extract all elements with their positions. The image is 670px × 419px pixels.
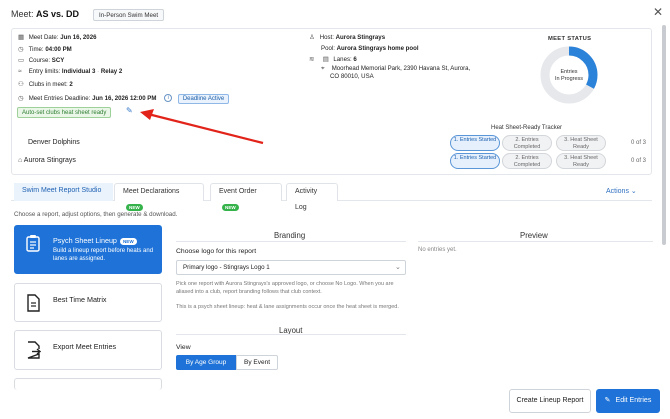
lanes-row: ≋ ▤ Lanes: 6	[309, 56, 357, 63]
home-icon: ⌂	[18, 157, 23, 164]
scrollbar[interactable]	[662, 25, 666, 245]
new-badge: NEW	[126, 203, 143, 211]
clock-icon: ◷	[18, 95, 24, 102]
actions-menu[interactable]: Actions ⌄	[606, 187, 637, 195]
meet-status-title: MEET STATUS	[548, 36, 592, 42]
tab-event-order[interactable]: Event OrderNEW	[210, 183, 282, 211]
person-icon: ♙	[309, 34, 315, 41]
preview-title: Preview	[520, 231, 548, 240]
card-title: Best Time Matrix	[53, 295, 107, 304]
card-title: Export Meet Entries	[53, 342, 117, 351]
meet-status-donut: Entries In Progress	[540, 46, 598, 104]
tracker-step: 1. Entries Started	[450, 135, 500, 151]
auto-set-badge: Auto-set clubs heat sheet ready	[17, 107, 112, 118]
pool-icon: ≋	[309, 56, 315, 63]
team-name: Denver Dolphins	[28, 139, 80, 146]
view-by-age-group[interactable]: By Age Group	[176, 355, 236, 370]
logo-label: Choose logo for this report	[176, 248, 257, 255]
clipboard-icon	[26, 235, 40, 252]
clubs-row: ⚇ Clubs in meet: 2	[18, 81, 73, 88]
lanes-icon: ▤	[322, 56, 329, 63]
meet-prefix: Meet:	[11, 9, 34, 19]
card-title: Psych Sheet Lineup NEW	[53, 236, 137, 245]
time-row: ◷ Time: 04:00 PM	[18, 46, 72, 53]
report-card-best-time[interactable]: Best Time Matrix	[14, 283, 162, 322]
team-name-row: ⌂ Aurora Stingrays	[18, 157, 76, 164]
tracker-title: Heat Sheet-Ready Tracker	[491, 125, 563, 131]
report-card-psych-sheet[interactable]: Psych Sheet Lineup NEW Build a lineup rep…	[14, 225, 162, 274]
clock-icon: ◷	[18, 46, 24, 53]
calendar-icon: ▦	[18, 34, 25, 41]
tab-meet-declarations[interactable]: Meet DeclarationsNEW	[114, 183, 204, 211]
course-row: ▭ Course: SCY	[18, 57, 65, 64]
meet-date-row: ▦ Meet Date: Jun 16, 2026	[18, 34, 97, 41]
close-icon[interactable]: ✕	[653, 5, 663, 19]
branding-title: Branding	[274, 231, 306, 240]
users-icon: ⚇	[18, 81, 24, 88]
pool-row: Pool: Aurora Stingrays home pool	[321, 45, 419, 52]
tab-report-studio[interactable]: Swim Meet Report Studio	[14, 183, 113, 201]
report-card-partial[interactable]	[14, 378, 162, 390]
address-row-2: CO 80010, USA	[330, 73, 374, 80]
entry-limits-row: ≈ Entry limits: Individual 3 · Relay 2	[18, 68, 123, 75]
divider	[418, 241, 653, 242]
ruler-icon: ▭	[18, 57, 25, 64]
edit-entries-button[interactable]: ✎ Edit Entries	[596, 389, 660, 413]
tracker-step: 3. Heat Sheet Ready	[556, 135, 606, 151]
meet-name: AS vs. DD	[36, 9, 80, 19]
tracker-step: 2. Entries Completed	[502, 153, 552, 169]
tracker-step: 1. Entries Started	[450, 153, 500, 169]
psych-note: This is a psych sheet lineup: heat & lan…	[176, 304, 399, 310]
meet-title: Meet: AS vs. DD	[11, 9, 79, 19]
status-line1: Entries	[560, 69, 577, 75]
tracker-count: 0 of 3	[631, 158, 647, 164]
tab-activity-log[interactable]: Activity Log	[286, 183, 338, 211]
tracker-count: 0 of 3	[631, 140, 647, 146]
export-icon	[27, 341, 41, 359]
preview-empty: No entries yet.	[418, 247, 457, 253]
location-icon: ⌖	[321, 65, 325, 72]
new-badge: NEW	[222, 203, 239, 211]
annotation-arrow	[140, 109, 264, 145]
status-line2: In Progress	[555, 76, 583, 82]
document-icon	[27, 294, 40, 312]
report-card-export-entries[interactable]: Export Meet Entries	[14, 330, 162, 370]
logo-help-text: Pick one report with Aurora Stingrays's …	[176, 281, 394, 295]
chevron-down-icon: ⌄	[395, 264, 401, 271]
view-label: View	[176, 344, 191, 351]
swimmer-icon: ≈	[18, 68, 22, 75]
create-lineup-report-button[interactable]: Create Lineup Report	[509, 389, 591, 413]
tracker-step: 2. Entries Completed	[502, 135, 552, 151]
card-description: Build a lineup report before heats and l…	[53, 248, 154, 262]
divider	[176, 334, 406, 335]
logo-select[interactable]: Primary logo - Stingrays Logo 1	[176, 260, 406, 275]
view-by-event[interactable]: By Event	[236, 355, 278, 370]
edit-icon: ✎	[604, 397, 611, 404]
host-row: ♙ Host: Aurora Stingrays	[309, 34, 386, 41]
chevron-down-icon: ⌄	[630, 188, 637, 195]
tracker-step: 3. Heat Sheet Ready	[556, 153, 606, 169]
new-badge: NEW	[119, 237, 137, 245]
divider	[176, 241, 406, 242]
address-row: ⌖ Moorhead Memorial Park, 2390 Havana St…	[321, 65, 471, 72]
meet-type-badge: In-Person Swim Meet	[93, 9, 165, 21]
studio-subtitle: Choose a report, adjust options, then ge…	[14, 211, 178, 218]
